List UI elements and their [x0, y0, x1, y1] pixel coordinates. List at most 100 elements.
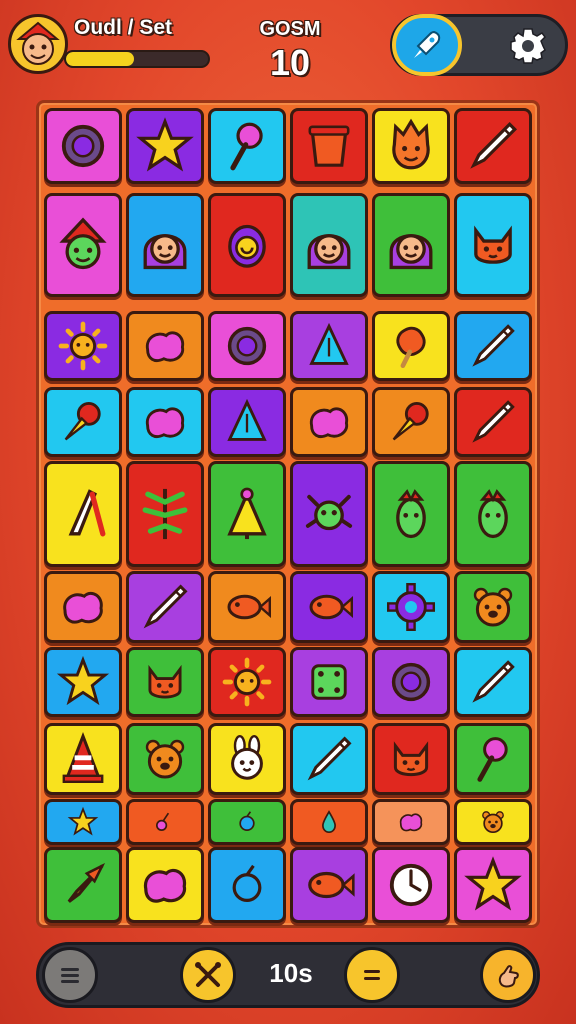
board-tile[interactable]: [372, 723, 450, 795]
board-tile[interactable]: [454, 571, 532, 643]
triangle-icon: [309, 322, 349, 365]
board-tile[interactable]: [44, 193, 122, 297]
board-tile[interactable]: [44, 108, 122, 184]
board-tile[interactable]: [126, 847, 204, 923]
board-tile[interactable]: [208, 799, 286, 845]
bug-icon: [305, 494, 353, 531]
board-tile[interactable]: [372, 311, 450, 381]
gear-icon: [510, 28, 546, 64]
blob-icon: [63, 591, 103, 624]
fish-icon: [309, 594, 353, 620]
cat-face-icon: [148, 664, 182, 699]
player-avatar[interactable]: [8, 14, 68, 74]
board-tile[interactable]: [126, 387, 204, 457]
board-tile[interactable]: [372, 387, 450, 457]
board-tile[interactable]: [290, 647, 368, 717]
board-tile[interactable]: [44, 461, 122, 567]
board-tile[interactable]: [126, 311, 204, 381]
pencil-icon: [472, 324, 515, 367]
star-icon: [464, 856, 522, 911]
board-tile[interactable]: [44, 723, 122, 795]
ring-icon: [61, 124, 105, 168]
board-tile[interactable]: [44, 387, 122, 457]
board-tile[interactable]: [454, 387, 532, 457]
ring-icon: [227, 326, 267, 366]
board-tile[interactable]: [208, 311, 286, 381]
bucket-icon: [308, 125, 350, 167]
board-tile[interactable]: [290, 387, 368, 457]
ring-icon: [391, 662, 431, 702]
board-tile[interactable]: [208, 647, 286, 717]
board-tile[interactable]: [208, 193, 286, 297]
rocket-icon: [67, 862, 106, 903]
board-tile[interactable]: [290, 847, 368, 923]
pencil-icon: [143, 584, 188, 629]
berry-icon: [232, 864, 262, 902]
settings-button[interactable]: [504, 22, 552, 70]
game-board: [36, 100, 540, 928]
snail-icon: [228, 224, 266, 268]
fish-icon: [308, 871, 355, 899]
sun-icon: [222, 657, 272, 707]
board-tile[interactable]: [454, 847, 532, 923]
board-tile[interactable]: [454, 461, 532, 567]
board-tile[interactable]: [454, 108, 532, 184]
sun-icon: [58, 321, 108, 371]
board-tile[interactable]: [372, 571, 450, 643]
board-tile[interactable]: [208, 723, 286, 795]
board-tile[interactable]: [208, 387, 286, 457]
berry-icon: [239, 811, 255, 832]
board-tile[interactable]: [208, 847, 286, 923]
board-tile[interactable]: [372, 647, 450, 717]
board-tile[interactable]: [126, 571, 204, 643]
board-tile[interactable]: [126, 108, 204, 184]
board-tile[interactable]: [126, 723, 204, 795]
bear-icon: [473, 587, 513, 627]
board-tile[interactable]: [290, 723, 368, 795]
board-tile[interactable]: [126, 799, 204, 845]
board-tile[interactable]: [290, 311, 368, 381]
board-tile[interactable]: [372, 108, 450, 184]
xp-progress-bar: [64, 50, 210, 68]
list-button[interactable]: [344, 947, 400, 1003]
bear-icon: [482, 811, 504, 834]
board-tile[interactable]: [44, 847, 122, 923]
board-tile[interactable]: [454, 311, 532, 381]
lollipop-icon: [230, 122, 263, 171]
board-tile[interactable]: [372, 799, 450, 845]
board-tile[interactable]: [208, 108, 286, 184]
board-tile[interactable]: [372, 193, 450, 297]
moves-counter: 10s: [269, 958, 313, 988]
shuffle-button[interactable]: [180, 947, 236, 1003]
board-tile[interactable]: [372, 847, 450, 923]
board-tile[interactable]: [126, 647, 204, 717]
board-tile[interactable]: [290, 108, 368, 184]
board-tile[interactable]: [290, 193, 368, 297]
tree-icon: [227, 487, 267, 540]
board-tile[interactable]: [208, 461, 286, 567]
star-icon: [136, 117, 194, 172]
xp-progress-fill: [66, 52, 135, 66]
pencil-icon: [472, 400, 515, 443]
board-tile[interactable]: [454, 723, 532, 795]
rocket-boost-button[interactable]: [392, 14, 462, 76]
board-tile[interactable]: [290, 571, 368, 643]
board-tile[interactable]: [208, 571, 286, 643]
board-tile[interactable]: [44, 311, 122, 381]
score-label: GOSM: [259, 18, 321, 40]
board-tile[interactable]: [454, 799, 532, 845]
board-tile[interactable]: [126, 193, 204, 297]
board-tile[interactable]: [290, 461, 368, 567]
board-tile[interactable]: [290, 799, 368, 845]
board-tile[interactable]: [372, 461, 450, 567]
dice-icon: [311, 664, 347, 700]
board-tile[interactable]: [454, 193, 532, 297]
hint-button[interactable]: [480, 947, 536, 1003]
board-tile[interactable]: [126, 461, 204, 567]
board-tile[interactable]: [44, 647, 122, 717]
menu-button[interactable]: [42, 947, 98, 1003]
board-tile[interactable]: [44, 571, 122, 643]
cross-tools-icon: [195, 962, 221, 987]
board-tile[interactable]: [44, 799, 122, 845]
board-tile[interactable]: [454, 647, 532, 717]
